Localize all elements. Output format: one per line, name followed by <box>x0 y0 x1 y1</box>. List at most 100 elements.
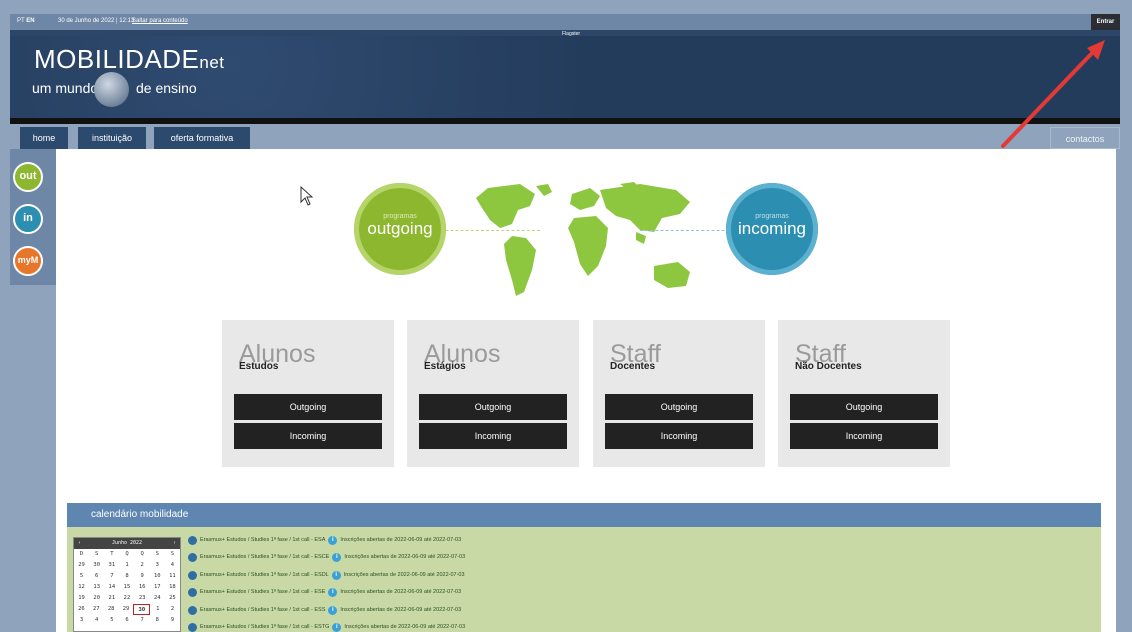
week-row: 12 13 14 15 16 17 18 <box>74 582 180 593</box>
day-cell-selected[interactable]: 30 <box>133 604 151 615</box>
incoming-button[interactable]: Incoming <box>790 423 938 449</box>
calendar-event[interactable]: Erasmus+ Estudos / Studies 1ª fase / 1st… <box>188 620 465 632</box>
calendar-event[interactable]: Erasmus+ Estudos / Studies 1ª fase / 1st… <box>188 533 461 547</box>
nav-instituicao[interactable]: instituição <box>78 127 146 149</box>
calendar-header: calendário mobilidade <box>67 503 1101 527</box>
day-cell[interactable]: 22 <box>119 593 134 604</box>
calendar-event[interactable]: Erasmus+ Estudos / Studies 1ª fase / 1st… <box>188 568 465 582</box>
day-cell[interactable]: 9 <box>135 571 150 582</box>
brand-main: MOBILIDADE <box>34 44 200 74</box>
nav-oferta-formativa[interactable]: oferta formativa <box>154 127 250 149</box>
day-cell[interactable]: 6 <box>89 571 104 582</box>
info-icon[interactable]: i <box>328 535 338 545</box>
globe-icon <box>94 72 129 107</box>
week-row: 3456789 <box>74 615 180 626</box>
annotation-arrow-icon <box>1001 40 1105 148</box>
world-map-icon <box>476 182 690 296</box>
day-cell[interactable]: 18 <box>165 582 180 593</box>
calendar-event[interactable]: Erasmus+ Estudos / Studies 1ª fase / 1st… <box>188 603 461 617</box>
right-edge <box>1116 149 1120 632</box>
prev-month-button[interactable]: ‹ <box>78 538 81 549</box>
info-icon[interactable]: i <box>332 622 342 632</box>
outgoing-button[interactable]: Outgoing <box>605 394 753 420</box>
day-cell[interactable]: 25 <box>165 593 180 604</box>
side-out-button[interactable]: out <box>13 162 43 192</box>
day-cell[interactable]: 4 <box>165 560 180 571</box>
site-logo[interactable]: MOBILIDADEnet <box>34 44 225 75</box>
program-icon <box>188 622 197 632</box>
day-cell[interactable]: 26 <box>74 604 89 615</box>
day-cell[interactable]: 5 <box>74 571 89 582</box>
day-cell[interactable]: 13 <box>89 582 104 593</box>
card-alunos-estagios: Alunos Estágios Outgoing Incoming <box>407 320 579 467</box>
side-in-button[interactable]: in <box>13 204 43 234</box>
day-cell[interactable]: 8 <box>150 615 165 626</box>
day-cell[interactable]: 9 <box>165 615 180 626</box>
day-cell[interactable]: 19 <box>74 593 89 604</box>
outgoing-button[interactable]: Outgoing <box>234 394 382 420</box>
day-cell[interactable]: 1 <box>119 560 134 571</box>
outgoing-button[interactable]: Outgoing <box>790 394 938 420</box>
event-title: Erasmus+ Estudos / Studies 1ª fase / 1st… <box>200 589 326 595</box>
day-cell[interactable]: 2 <box>135 560 150 571</box>
incoming-label: incoming <box>737 219 807 238</box>
day-cell[interactable]: 1 <box>150 604 165 615</box>
day-cell[interactable]: 10 <box>150 571 165 582</box>
weekday: D <box>79 551 84 557</box>
incoming-programs-button[interactable]: programas incoming <box>726 183 818 275</box>
day-cell[interactable]: 30 <box>89 560 104 571</box>
day-cell[interactable]: 23 <box>135 593 150 604</box>
incoming-button[interactable]: Incoming <box>605 423 753 449</box>
info-icon[interactable]: i <box>328 587 338 597</box>
outgoing-button[interactable]: Outgoing <box>419 394 567 420</box>
info-icon[interactable]: i <box>331 570 341 580</box>
calendar-month[interactable]: Junho 2022 <box>112 540 142 546</box>
info-icon[interactable]: i <box>332 552 342 562</box>
info-icon[interactable]: i <box>328 605 338 615</box>
day-cell[interactable]: 11 <box>165 571 180 582</box>
program-icon <box>188 552 197 562</box>
day-cell[interactable]: 24 <box>150 593 165 604</box>
nav-home[interactable]: home <box>20 127 68 149</box>
program-icon <box>188 570 197 580</box>
incoming-line <box>640 230 740 231</box>
day-cell[interactable]: 27 <box>89 604 104 615</box>
day-cell[interactable]: 4 <box>89 615 104 626</box>
day-cell[interactable]: 20 <box>89 593 104 604</box>
day-cell[interactable]: 7 <box>135 615 150 626</box>
day-cell[interactable]: 15 <box>119 582 134 593</box>
day-cell[interactable]: 7 <box>104 571 119 582</box>
event-note: Inscrições abertas de 2022-06-09 até 202… <box>343 572 465 578</box>
day-cell[interactable]: 17 <box>150 582 165 593</box>
event-title: Erasmus+ Estudos / Studies 1ª fase / 1st… <box>200 607 326 613</box>
skip-to-content-link[interactable]: Saltar para conteúdo <box>132 18 188 24</box>
side-mym-button[interactable]: myM <box>13 246 43 276</box>
program-icon <box>188 587 197 597</box>
card-staff-docentes: Staff Docentes Outgoing Incoming <box>593 320 765 467</box>
login-button[interactable]: Entrar <box>1091 14 1120 30</box>
lang-pt-link[interactable]: PT <box>17 18 25 24</box>
outgoing-label: outgoing <box>367 219 433 238</box>
day-cell[interactable]: 16 <box>135 582 150 593</box>
incoming-button[interactable]: Incoming <box>234 423 382 449</box>
next-month-button[interactable]: › <box>173 538 176 549</box>
day-cell[interactable]: 29 <box>74 560 89 571</box>
day-cell[interactable]: 2 <box>165 604 180 615</box>
day-cell[interactable]: 28 <box>104 604 119 615</box>
day-cell[interactable]: 3 <box>74 615 89 626</box>
day-cell[interactable]: 14 <box>104 582 119 593</box>
lang-en-link[interactable]: EN <box>26 18 34 24</box>
day-cell[interactable]: 6 <box>119 615 134 626</box>
calendar-event[interactable]: Erasmus+ Estudos / Studies 1ª fase / 1st… <box>188 585 461 599</box>
day-cell[interactable]: 31 <box>104 560 119 571</box>
day-cell[interactable]: 12 <box>74 582 89 593</box>
outgoing-programs-button[interactable]: programas outgoing <box>354 183 446 275</box>
day-cell[interactable]: 8 <box>119 571 134 582</box>
calendar-event[interactable]: Erasmus+ Estudos / Studies 1ª fase / 1st… <box>188 550 465 564</box>
day-cell[interactable]: 21 <box>104 593 119 604</box>
incoming-button[interactable]: Incoming <box>419 423 567 449</box>
day-cell[interactable]: 29 <box>119 604 134 615</box>
day-cell[interactable]: 3 <box>150 560 165 571</box>
week-row: 19 20 21 22 23 24 25 <box>74 593 180 604</box>
day-cell[interactable]: 5 <box>104 615 119 626</box>
